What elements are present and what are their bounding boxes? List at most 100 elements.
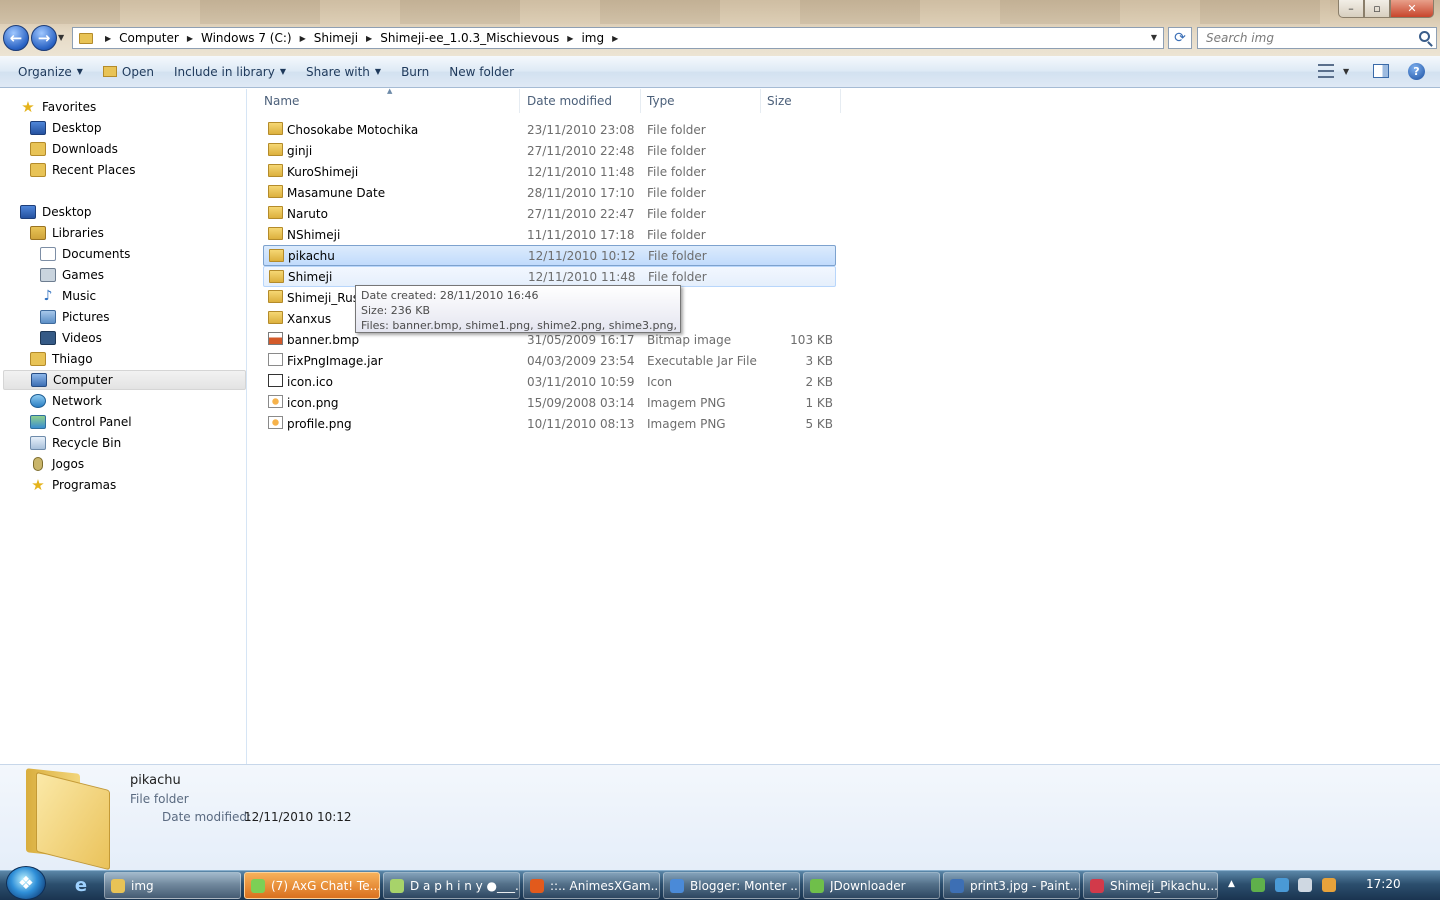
back-button[interactable]: ← [3,25,29,51]
speaker-muted-icon[interactable] [1322,878,1336,892]
refresh-button[interactable]: ⟳ [1168,27,1192,49]
start-button[interactable]: ❖ [6,866,46,900]
search-input[interactable]: Search img [1197,27,1437,49]
address-history-dropdown-icon[interactable]: ▼ [1151,33,1157,42]
clock[interactable]: 17:20 [1366,877,1401,891]
folder-icon [268,227,283,240]
sidebar-item-games[interactable]: Games [40,265,104,285]
view-options-dropdown-icon[interactable]: ▼ [1343,67,1349,76]
file-row[interactable]: icon.ico 03/11/2010 10:59 Icon 2 KB [263,371,836,392]
column-header-size[interactable]: Size [761,89,841,113]
sidebar-item-downloads[interactable]: Downloads [30,139,118,159]
file-list: Name Date modified Type Size Chosokabe M… [248,89,1440,764]
sidebar-item-desktop-favorite[interactable]: Desktop [30,118,102,138]
breadcrumb-img[interactable]: img [581,31,604,45]
folder-row[interactable]: Masamune Date 28/11/2010 17:10 File folder [263,182,836,203]
taskbar-item[interactable]: JDownloader [803,872,940,899]
sidebar-item-libraries[interactable]: Libraries [30,223,104,243]
taskbar-item[interactable]: D a p h i n y ●___... [383,872,520,899]
breadcrumb-chevron-icon[interactable]: ▶ [567,34,573,43]
taskbar-item[interactable]: Blogger: Monter ... [663,872,800,899]
breadcrumb-chevron-icon[interactable]: ▶ [300,34,306,43]
new-folder-button[interactable]: New folder [439,60,524,84]
burn-button[interactable]: Burn [391,60,439,84]
app-icon [530,878,544,893]
recent-pages-dropdown-icon[interactable]: ▼ [58,33,64,42]
folder-row[interactable]: pikachu 12/11/2010 10:12 File folder [263,245,836,266]
sidebar-item-pictures[interactable]: Pictures [40,307,110,327]
change-view-icon[interactable] [1318,64,1334,78]
help-icon[interactable]: ? [1408,63,1425,80]
sidebar-item-computer[interactable]: Computer [3,370,246,390]
file-row[interactable]: icon.png 15/09/2008 03:14 Imagem PNG 1 KB [263,392,836,413]
column-header-date-modified[interactable]: Date modified [521,89,641,113]
volume-icon[interactable] [1298,878,1312,892]
minimize-button[interactable]: – [1338,0,1364,18]
sidebar-item-control-panel[interactable]: Control Panel [30,412,132,432]
sidebar-item-music[interactable]: ♪ Music [40,286,97,306]
taskbar-item[interactable]: img [104,872,241,899]
item-size: 1 KB [805,395,833,410]
breadcrumb-chevron-icon[interactable]: ▶ [187,34,193,43]
breadcrumb-chevron-icon[interactable]: ▶ [612,34,618,43]
item-type: Executable Jar File [647,353,757,368]
messenger-icon[interactable] [1251,878,1265,892]
breadcrumb-drive[interactable]: Windows 7 (C:) [201,31,292,45]
sidebar-item-recent-places[interactable]: Recent Places [30,160,135,180]
command-bar: Organize ▼ Open Include in library ▼ Share… [0,56,1440,88]
breadcrumb-chevron-icon[interactable]: ▶ [366,34,372,43]
include-in-library-button[interactable]: Include in library ▼ [164,60,296,84]
taskbar-item[interactable]: Shimeji_Pikachu.... [1083,872,1218,899]
folder-row[interactable]: Naruto 27/11/2010 22:47 File folder [263,203,836,224]
network-status-icon[interactable] [1275,878,1289,892]
organize-button[interactable]: Organize ▼ [8,60,93,84]
open-button[interactable]: Open [93,60,164,84]
network-icon [30,394,46,408]
sidebar-item-recycle-bin[interactable]: Recycle Bin [30,433,121,453]
breadcrumb-chevron-icon[interactable]: ▶ [105,34,111,43]
taskbar-item[interactable]: (7) AxG Chat! Te... [244,872,380,899]
folder-row[interactable]: Shimeji 12/11/2010 11:48 File folder [263,266,836,287]
open-label: Open [121,64,154,79]
show-hidden-icons-button[interactable]: ▲ [1228,879,1235,889]
folder-row[interactable]: Chosokabe Motochika 23/11/2010 23:08 File … [263,119,836,140]
sidebar-item-desktop[interactable]: Desktop [20,202,92,222]
sidebar-item-programas[interactable]: ★ Programas [30,475,116,495]
folder-icon [269,270,284,283]
item-size: 5 KB [805,416,833,431]
folder-row[interactable]: NShimeji 11/11/2010 17:18 File folder [263,224,836,245]
breadcrumb-computer[interactable]: Computer [119,31,179,45]
sidebar-item-favorites[interactable]: ★ Favorites [20,97,96,117]
maximize-button[interactable]: ▫ [1364,0,1390,18]
item-name: Chosokabe Motochika [287,122,419,137]
file-row[interactable]: profile.png 10/11/2010 08:13 Imagem PNG 5 K… [263,413,836,434]
breadcrumb-shimeji[interactable]: Shimeji [314,31,358,45]
taskbar-item[interactable]: print3.jpg - Paint... [943,872,1080,899]
folder-tooltip: Date created: 28/11/2010 16:46 Size: 236… [355,285,681,333]
file-row[interactable]: FixPngImage.jar 04/03/2009 23:54 Executabl… [263,350,836,371]
address-bar[interactable]: ▶ Computer ▶ Windows 7 (C:) ▶ Shimeji ▶ … [72,27,1164,49]
folder-row[interactable]: ginji 27/11/2010 22:48 File folder [263,140,836,161]
sidebar-item-user[interactable]: Thiago [30,349,93,369]
internet-explorer-icon[interactable]: e [70,874,92,896]
sidebar-item-jogos[interactable]: Jogos [30,454,84,474]
item-type: Imagem PNG [647,416,726,431]
search-icon[interactable] [1419,31,1430,42]
app-icon [251,878,265,893]
item-date: 03/11/2010 10:59 [527,374,635,389]
sidebar-label: Downloads [52,142,118,156]
folder-icon [268,185,283,198]
item-name: profile.png [287,416,352,431]
column-header-type[interactable]: Type [641,89,761,113]
sidebar-item-documents[interactable]: Documents [40,244,130,264]
forward-button[interactable]: → [31,25,57,51]
preview-pane-icon[interactable] [1373,64,1389,78]
folder-row[interactable]: KuroShimeji 12/11/2010 11:48 File folder [263,161,836,182]
sidebar-item-network[interactable]: Network [30,391,102,411]
folder-icon [268,206,283,219]
share-with-button[interactable]: Share with ▼ [296,60,391,84]
taskbar-item[interactable]: ::.. AnimesXGam... [523,872,660,899]
close-button[interactable]: ✕ [1390,0,1434,18]
breadcrumb-shimeji-ee[interactable]: Shimeji-ee_1.0.3_Mischievous [380,31,559,45]
sidebar-item-videos[interactable]: Videos [40,328,102,348]
